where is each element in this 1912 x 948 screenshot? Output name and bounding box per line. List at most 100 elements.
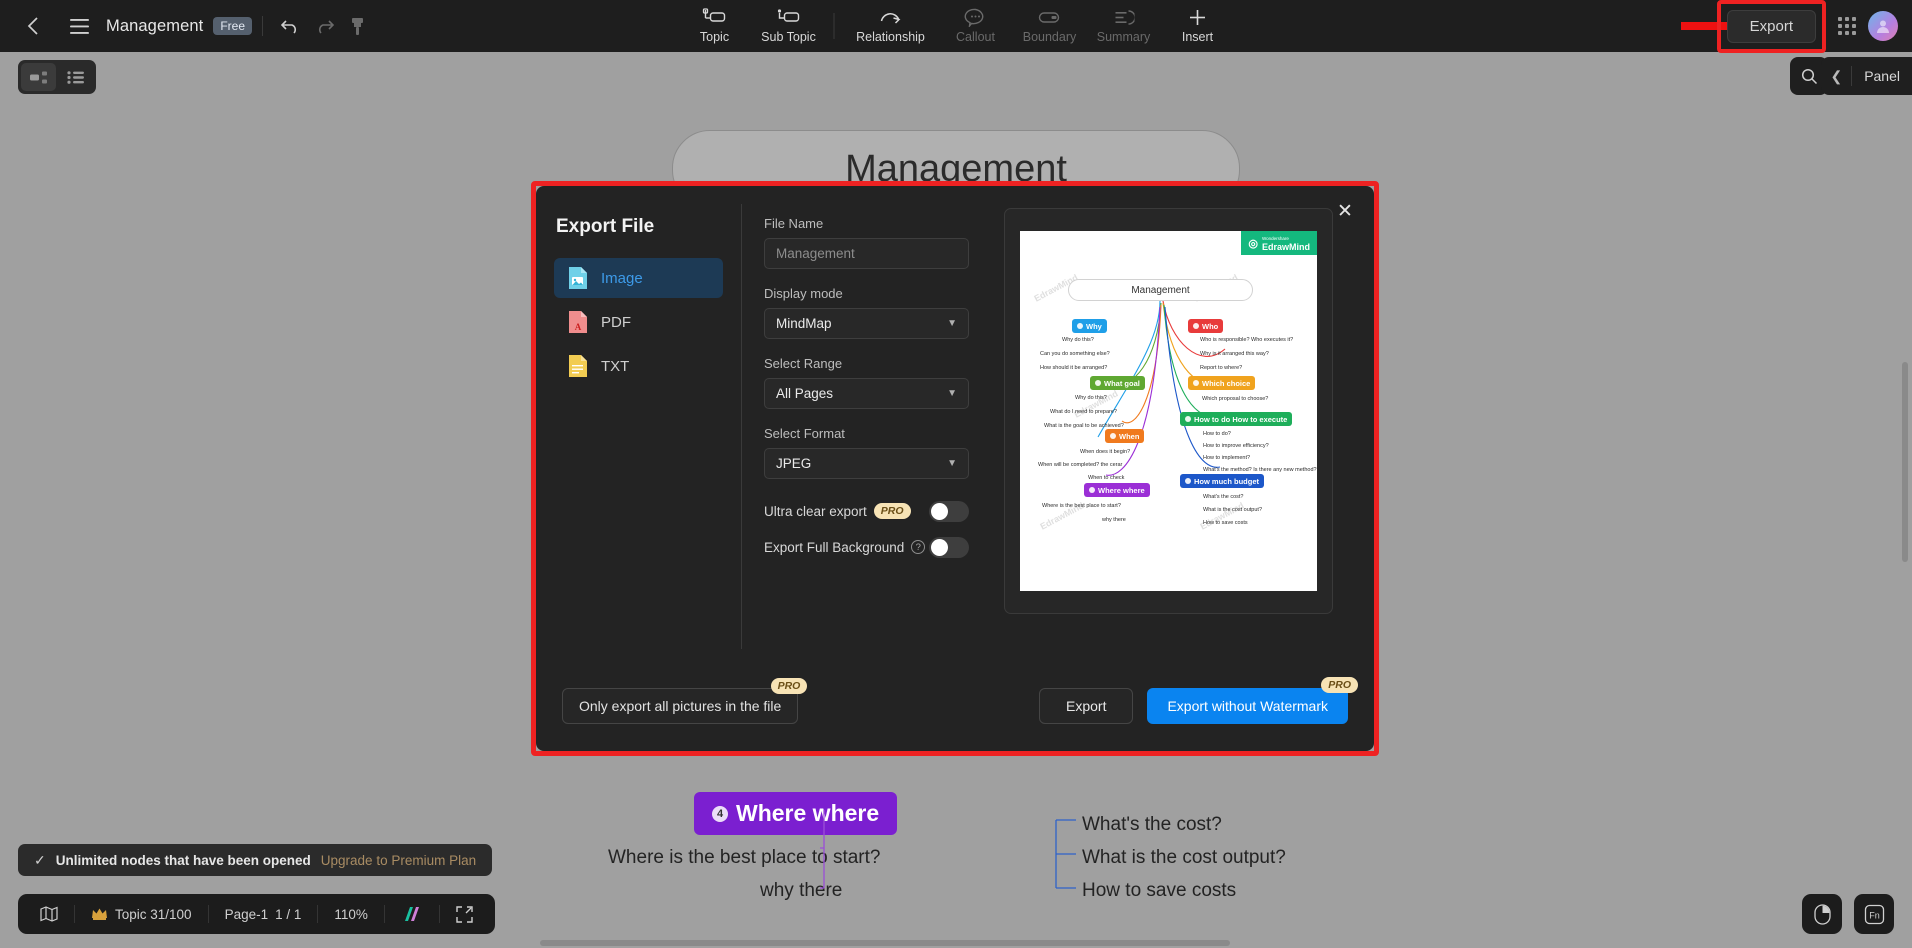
- view-mode-toggle[interactable]: [18, 60, 96, 94]
- export-settings-form: File Name Management Display mode MindMa…: [742, 186, 992, 667]
- canvas-connectors: [820, 810, 825, 889]
- select-format-select[interactable]: JPEG ▼: [764, 448, 969, 479]
- format-option-image[interactable]: Image: [554, 258, 723, 298]
- export-button[interactable]: Export: [1726, 9, 1816, 43]
- chevron-down-icon: ▼: [947, 318, 957, 329]
- tool-boundary[interactable]: Boundary: [1013, 1, 1087, 51]
- crown-icon: [92, 908, 107, 920]
- canvas-leaf[interactable]: How to save costs: [1082, 880, 1236, 902]
- preview-leaf: Where is the best place to start?: [1042, 503, 1121, 509]
- dialog-body: Export File Image A PDF TXT File Name Ma…: [536, 186, 1374, 667]
- check-icon: ✓: [34, 851, 46, 868]
- panel-toggle[interactable]: ❮ Panel: [1821, 57, 1912, 95]
- status-bar: Topic 31/100 Page-1 1 / 1 110%: [18, 894, 495, 934]
- preview-leaf: When will be completed? the cerar: [1038, 462, 1123, 468]
- tool-sub-topic[interactable]: Sub Topic: [752, 1, 826, 51]
- format-painter-button[interactable]: [341, 9, 375, 43]
- ultra-clear-export-toggle[interactable]: [929, 500, 969, 522]
- select-range-select[interactable]: All Pages ▼: [764, 378, 969, 409]
- tool-label: Boundary: [1022, 30, 1077, 44]
- svg-text:Fn: Fn: [1869, 910, 1880, 920]
- upgrade-link[interactable]: Upgrade to Premium Plan: [321, 853, 476, 868]
- topic-count-label: Topic 31/100: [115, 906, 192, 922]
- preview-node-how-much-budget: How much budget: [1180, 474, 1264, 488]
- grid-apps-icon[interactable]: [1838, 17, 1856, 35]
- map-overview-icon: [40, 906, 58, 922]
- preview-leaf: How to save costs: [1203, 520, 1248, 526]
- preview-leaf: Who is responsible? Who executes it?: [1200, 337, 1294, 343]
- relationship-icon: [880, 13, 901, 24]
- back-button[interactable]: [16, 9, 50, 43]
- fullscreen-button[interactable]: [440, 905, 489, 923]
- format-sidebar: Export File Image A PDF TXT: [536, 186, 741, 667]
- toast-message: Unlimited nodes that have been opened: [55, 852, 311, 868]
- page-label: Page-1: [224, 906, 269, 922]
- export-full-background-toggle[interactable]: [929, 536, 969, 558]
- chevron-left-icon[interactable]: ❮: [1821, 68, 1851, 85]
- page-indicator[interactable]: Page-1 1 / 1: [209, 907, 318, 922]
- outline-view-button[interactable]: [58, 63, 93, 91]
- zoom-level[interactable]: 110%: [318, 907, 384, 922]
- file-name-input[interactable]: Management: [764, 238, 969, 269]
- preview-leaf: Why do this?: [1062, 337, 1094, 343]
- only-export-pictures-button[interactable]: Only export all pictures in the file PRO: [562, 678, 808, 724]
- file-name-placeholder: Management: [776, 246, 855, 261]
- ultra-clear-export-row: Ultra clear export PRO: [764, 496, 969, 526]
- dialog-title: Export File: [556, 216, 655, 237]
- format-option-txt[interactable]: TXT: [554, 346, 723, 386]
- export-file-dialog: ✕ Export File Image A PDF TXT File Name …: [536, 186, 1374, 751]
- pro-badge: PRO: [770, 678, 808, 694]
- svg-text:A: A: [575, 322, 582, 332]
- format-option-pdf[interactable]: A PDF: [554, 302, 723, 342]
- select-format-value: JPEG: [776, 456, 812, 471]
- tool-summary[interactable]: Summary: [1087, 1, 1161, 51]
- format-option-label: TXT: [601, 357, 630, 375]
- document-title[interactable]: Management: [106, 17, 203, 36]
- preview-leaf: When to check: [1088, 475, 1125, 481]
- preview-node-why: Why: [1072, 319, 1107, 333]
- top-right-group: Export: [1716, 0, 1898, 53]
- mindmap-view-button[interactable]: [21, 63, 56, 91]
- main-menu-button[interactable]: [62, 9, 96, 43]
- redo-button[interactable]: [307, 9, 341, 43]
- ultra-clear-export-label: Ultra clear export: [764, 503, 867, 519]
- color-theme-icon: [404, 907, 419, 921]
- preview-node-when: When: [1105, 429, 1145, 443]
- preview-node-what-goal: What goal: [1090, 376, 1145, 390]
- export-without-watermark-button[interactable]: Export without Watermark PRO: [1147, 677, 1358, 724]
- plan-badge[interactable]: Free: [213, 17, 252, 35]
- horizontal-scrollbar[interactable]: [540, 940, 1230, 946]
- fullscreen-icon: [456, 905, 473, 923]
- mouse-mode-button[interactable]: [1802, 894, 1842, 934]
- mindmap-view-icon: [30, 71, 47, 83]
- export-button-dialog[interactable]: Export: [1039, 688, 1134, 724]
- tool-callout[interactable]: Callout: [939, 1, 1013, 51]
- floating-action-buttons: Fn: [1802, 894, 1894, 934]
- preview-root-topic: Management: [1068, 279, 1253, 301]
- help-icon[interactable]: ?: [911, 540, 926, 554]
- format-painter-icon: [352, 17, 363, 35]
- display-mode-select[interactable]: MindMap ▼: [764, 308, 969, 339]
- canvas-leaf[interactable]: What's the cost?: [1082, 814, 1222, 836]
- close-dialog-button[interactable]: ✕: [1332, 198, 1358, 224]
- preview-leaf: What do I need to prepare?: [1050, 409, 1117, 415]
- user-avatar[interactable]: [1868, 11, 1898, 41]
- vertical-scrollbar[interactable]: [1902, 362, 1908, 562]
- tool-relationship[interactable]: Relationship: [843, 1, 939, 51]
- theme-button[interactable]: [385, 906, 439, 922]
- zoom-label: 110%: [334, 906, 368, 922]
- undo-button[interactable]: [273, 9, 307, 43]
- export-full-background-label: Export Full Background: [764, 539, 905, 555]
- map-overview-button[interactable]: [24, 906, 74, 922]
- canvas-leaf[interactable]: What is the cost output?: [1082, 847, 1286, 869]
- divider: [262, 16, 263, 36]
- edrawmind-app: Management 4 Where where Where is the be…: [0, 0, 1912, 948]
- tool-label: Relationship: [856, 30, 925, 44]
- panel-label: Panel: [1864, 68, 1900, 84]
- tool-label: Callout: [956, 30, 995, 44]
- fn-shortcut-button[interactable]: Fn: [1854, 894, 1894, 934]
- preview-root-label: Management: [1131, 284, 1190, 296]
- topic-count-item[interactable]: Topic 31/100: [75, 907, 208, 922]
- tool-topic[interactable]: Topic: [678, 1, 752, 51]
- tool-insert[interactable]: Insert: [1161, 1, 1235, 51]
